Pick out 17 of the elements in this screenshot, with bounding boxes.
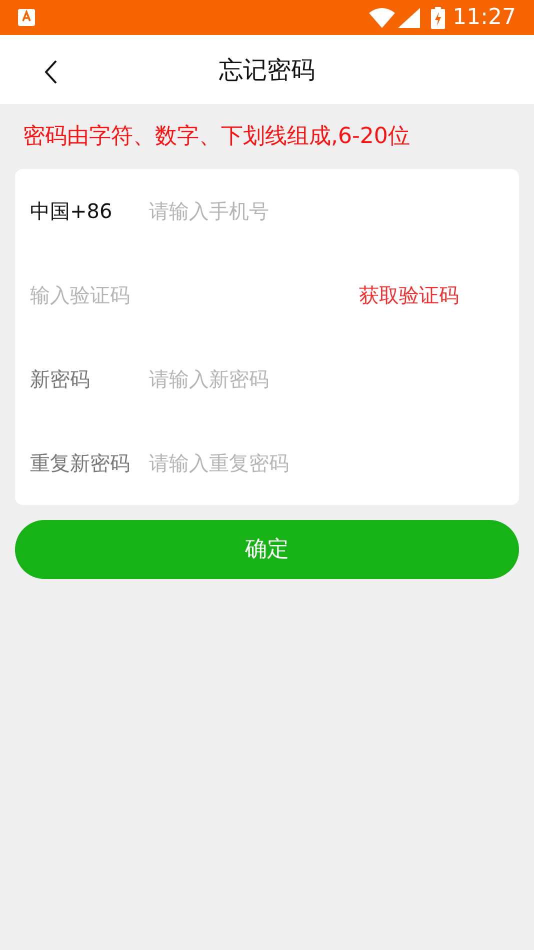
back-icon xyxy=(45,60,57,84)
password-rule-hint: 密码由字符、数字、下划线组成,6-20位 xyxy=(22,123,411,151)
page-title: 忘记密码 xyxy=(219,54,315,86)
clock: 11:27 xyxy=(452,4,516,32)
get-code-button[interactable]: 获取验证码 xyxy=(359,280,459,310)
wifi-icon xyxy=(368,8,395,28)
signal-icon xyxy=(398,8,420,28)
input-field[interactable]: 输入验证码 xyxy=(30,280,359,310)
app-notification-icon xyxy=(18,9,35,26)
field-label: 重复新密码 xyxy=(30,450,131,477)
country-code[interactable]: 中国+86 xyxy=(30,196,149,226)
battery-icon xyxy=(430,6,445,28)
input-field[interactable]: 请输入手机号 xyxy=(149,196,504,226)
input-field[interactable]: 请输入重复密码 xyxy=(149,448,504,478)
field-label: 新密码 xyxy=(30,366,91,393)
input-field[interactable]: 请输入新密码 xyxy=(149,364,504,394)
confirm-button[interactable]: 确定 xyxy=(15,520,519,579)
